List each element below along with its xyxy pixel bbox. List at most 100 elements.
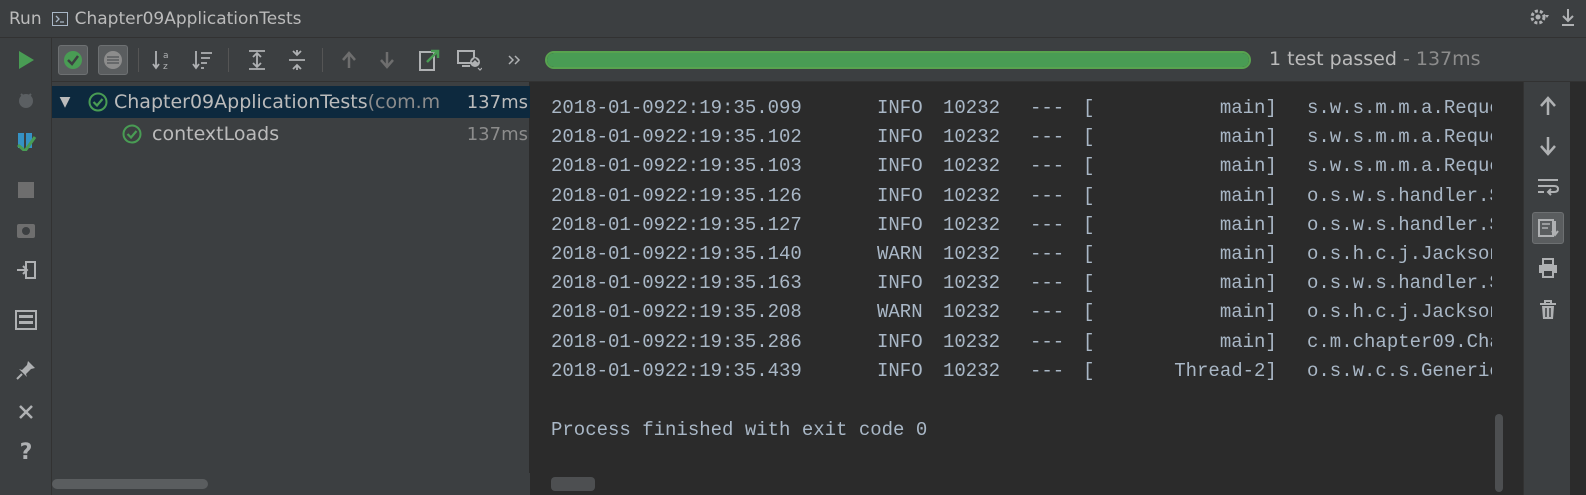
log-time: 22:19:35.103: [665, 155, 802, 178]
down-arrow-icon[interactable]: [1532, 130, 1564, 162]
expand-arrow-icon[interactable]: ▼: [58, 94, 72, 110]
close-icon[interactable]: [12, 398, 40, 426]
run-title-bar: Run Chapter09ApplicationTests: [0, 0, 1586, 38]
log-sep: ---: [1030, 155, 1065, 178]
soft-wrap-icon[interactable]: [1532, 170, 1564, 202]
right-edge-strip: [1570, 82, 1586, 495]
log-level: WARN: [877, 301, 923, 324]
log-logger: o.s.h.c.j.Jackson: [1307, 243, 1501, 265]
collapse-all-icon[interactable]: [282, 45, 312, 75]
log-date: 2018-01-09: [551, 155, 666, 178]
test-method-name: contextLoads: [152, 123, 280, 145]
log-sep: ---: [1030, 243, 1065, 265]
log-level: INFO: [877, 272, 923, 295]
trash-icon[interactable]: [1532, 294, 1564, 326]
console-vertical-scrollbar[interactable]: [1492, 82, 1506, 495]
coverage-icon[interactable]: [12, 126, 40, 154]
console-scrollbar-thumb[interactable]: [1495, 414, 1503, 492]
right-toolbar: [1523, 82, 1586, 495]
test-status-separator: -: [1396, 48, 1416, 70]
left-toolbar: ?: [0, 38, 52, 495]
log-level: INFO: [877, 155, 923, 178]
log-logger: o.s.w.s.handler.S: [1307, 213, 1501, 236]
screenshot-icon[interactable]: [12, 216, 40, 244]
exit-icon[interactable]: [12, 256, 40, 284]
log-sep: ---: [1030, 126, 1065, 149]
layout-icon[interactable]: [12, 306, 40, 334]
log-date: 2018-01-09: [551, 243, 666, 265]
stop-icon[interactable]: [12, 176, 40, 204]
log-time: 22:19:35.140: [665, 243, 802, 265]
log-pid: 10232: [943, 213, 1001, 236]
test-progress-bar: [545, 51, 1251, 69]
test-tree: ▼ Chapter09ApplicationTests (com.m 137ms…: [52, 82, 530, 495]
test-class-name: Chapter09ApplicationTests: [114, 91, 368, 113]
tree-horizontal-scrollbar[interactable]: [52, 473, 530, 495]
passed-icon: [88, 92, 108, 112]
log-thread: [ main]: [1083, 301, 1277, 324]
test-status-label: 1 test passed: [1269, 48, 1397, 70]
up-arrow-icon[interactable]: [1532, 90, 1564, 122]
show-passed-icon[interactable]: [58, 45, 88, 75]
next-failed-icon[interactable]: [372, 45, 402, 75]
export-icon[interactable]: [414, 45, 444, 75]
run-config-tab[interactable]: Chapter09ApplicationTests: [75, 9, 302, 29]
run-config-icon: [51, 11, 68, 26]
expand-all-icon[interactable]: [242, 45, 272, 75]
log-level: INFO: [877, 97, 923, 119]
run-icon[interactable]: [12, 46, 40, 74]
log-logger: c.m.chapter09.Cha: [1307, 330, 1501, 353]
log-date: 2018-01-09: [551, 330, 666, 353]
log-pid: 10232: [943, 155, 1001, 178]
log-date: 2018-01-09: [551, 272, 666, 295]
log-date: 2018-01-09: [551, 184, 666, 207]
log-date: 2018-01-09: [551, 301, 666, 324]
log-logger: s.w.s.m.m.a.Reque: [1307, 126, 1501, 149]
scroll-to-end-icon[interactable]: [1532, 212, 1564, 244]
console-horizontal-scrollbar-thumb[interactable]: [551, 477, 595, 491]
print-icon[interactable]: [1532, 252, 1564, 284]
test-progress-fill: [547, 53, 1249, 67]
show-ignored-icon[interactable]: [98, 45, 128, 75]
log-date: 2018-01-09: [551, 97, 666, 119]
more-icon[interactable]: [500, 45, 530, 75]
log-sep: ---: [1030, 213, 1065, 236]
log-level: INFO: [877, 330, 923, 353]
log-thread: [ main]: [1083, 272, 1277, 295]
import-icon[interactable]: [454, 45, 484, 75]
log-logger: o.s.w.c.s.Generic: [1307, 359, 1501, 382]
sort-by-duration-icon[interactable]: [188, 45, 218, 75]
help-icon[interactable]: ?: [12, 438, 40, 466]
log-time: 22:19:35.286: [665, 330, 802, 353]
test-progress-area: 1 test passed - 137ms: [530, 38, 1586, 82]
sort-alphabetically-icon[interactable]: az: [148, 45, 178, 75]
pin-icon[interactable]: [12, 356, 40, 384]
log-level: WARN: [877, 243, 923, 265]
previous-failed-icon[interactable]: [334, 45, 364, 75]
test-tree-node-root[interactable]: ▼ Chapter09ApplicationTests (com.m 137ms: [52, 86, 530, 118]
test-class-package: (com.m: [367, 91, 441, 113]
tree-scrollbar-thumb[interactable]: [52, 479, 208, 489]
log-logger: o.s.h.c.j.Jackson: [1307, 301, 1501, 324]
debug-icon[interactable]: [12, 86, 40, 114]
passed-icon: [122, 124, 142, 144]
log-sep: ---: [1030, 184, 1065, 207]
log-date: 2018-01-09: [551, 359, 666, 382]
log-thread: [ Thread-2]: [1083, 359, 1277, 382]
hide-icon[interactable]: [1560, 7, 1576, 32]
log-thread: [ main]: [1083, 330, 1277, 353]
gear-icon[interactable]: [1528, 6, 1550, 33]
log-pid: 10232: [943, 359, 1001, 382]
log-time: 22:19:35.102: [665, 126, 802, 149]
process-finished-message: Process finished with exit code 0: [551, 419, 928, 441]
log-time: 22:19:35.127: [665, 213, 802, 236]
test-status-duration: 137ms: [1415, 48, 1481, 70]
log-thread: [ main]: [1083, 213, 1277, 236]
log-logger: o.s.w.s.handler.S: [1307, 184, 1501, 207]
log-thread: [ main]: [1083, 184, 1277, 207]
log-pid: 10232: [943, 184, 1001, 207]
log-sep: ---: [1030, 272, 1065, 295]
console-output[interactable]: 2018-01-09 22:19:35.099 INFO 10232 ---[ main…: [530, 82, 1506, 495]
toolbar-separator: [228, 48, 229, 72]
test-tree-node-method[interactable]: contextLoads 137ms: [52, 118, 530, 150]
